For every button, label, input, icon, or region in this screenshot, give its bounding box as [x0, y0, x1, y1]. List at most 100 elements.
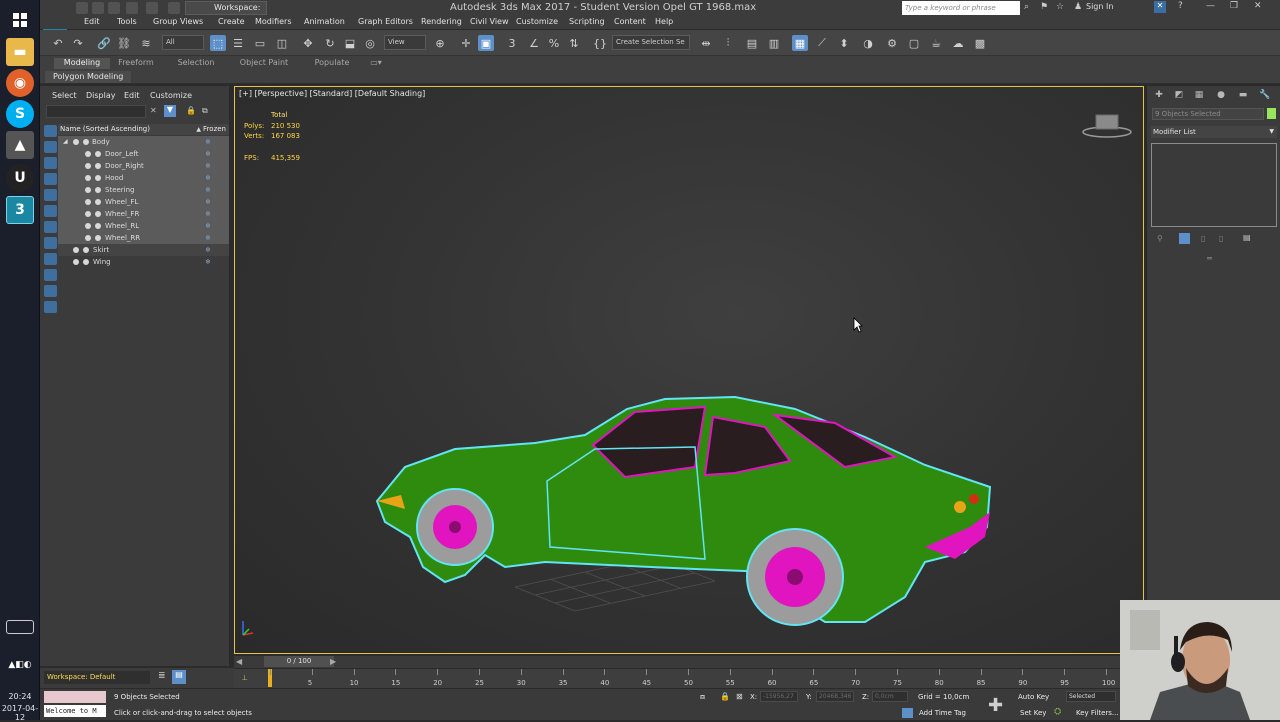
freeze-icon[interactable]: ❄ — [205, 160, 211, 172]
menu-edit[interactable]: Edit — [84, 17, 100, 26]
key-filters-icon[interactable]: ⛭ — [1054, 707, 1061, 717]
maxscript-listener-pink[interactable] — [44, 691, 106, 703]
key-mode-dropdown[interactable]: Selected — [1066, 691, 1116, 702]
menu-rendering[interactable]: Rendering — [421, 17, 462, 26]
isolate-selection-icon[interactable]: ⧈ — [700, 692, 705, 702]
maxscript-mini-listener[interactable]: Welcome to M — [44, 705, 106, 717]
visibility-eye-icon[interactable] — [85, 163, 91, 169]
named-selection-set-dropdown[interactable]: Create Selection Se — [612, 35, 690, 50]
display-xrefs-icon[interactable] — [44, 253, 57, 265]
remove-modifier-icon[interactable]: ▯ — [1219, 234, 1223, 243]
display-spacewarps-icon[interactable] — [44, 221, 57, 233]
add-time-tag-button[interactable]: Add Time Tag — [919, 709, 966, 717]
spinner-snap-icon[interactable]: ⇅ — [566, 35, 582, 51]
snaps-toggle-icon[interactable]: 3 — [504, 35, 520, 51]
scene-explorer-icon[interactable]: ▤ — [744, 35, 760, 51]
percent-snap-icon[interactable]: % — [546, 35, 562, 51]
track-bar[interactable]: ⟂ 5 10 15 20 25 30 35 40 45 50 55 60 65 70 75 80 85 90 95 1… — [234, 668, 1120, 688]
move-icon[interactable]: ✥ — [300, 35, 316, 51]
tray-icons[interactable]: ▲◧◐ — [6, 658, 34, 672]
menu-tools[interactable]: Tools — [117, 17, 137, 26]
menu-group[interactable]: Group — [153, 17, 177, 26]
freeze-icon[interactable]: ❄ — [205, 256, 211, 268]
workspace-selector[interactable]: Workspace: Default — [44, 671, 150, 684]
prev-frame-icon[interactable]: ◀ — [236, 657, 242, 666]
time-slider-thumb[interactable]: 0 / 100 — [264, 656, 334, 667]
create-tab-icon[interactable]: ✚ — [1152, 89, 1166, 101]
exchange-icon[interactable]: ✕ — [1154, 1, 1166, 13]
open-file-icon[interactable] — [92, 2, 104, 14]
visibility-eye-icon[interactable] — [73, 259, 79, 265]
scale-icon[interactable]: ⬓ — [342, 35, 358, 51]
display-none-icon[interactable] — [44, 125, 57, 137]
absolute-mode-icon[interactable]: ⊠ — [736, 692, 743, 701]
skype-icon[interactable]: S — [6, 100, 34, 128]
collapse-arrow-icon[interactable]: ◢ — [63, 136, 68, 148]
perspective-viewport[interactable]: [+] [Perspective] [Standard] [Default Sh… — [234, 86, 1144, 654]
display-bones-icon[interactable] — [44, 269, 57, 281]
rotate-icon[interactable]: ↻ — [322, 35, 338, 51]
freeze-icon[interactable]: ❄ — [205, 196, 211, 208]
tab-object-paint[interactable]: Object Paint — [234, 58, 294, 69]
selected-objects-field[interactable]: 9 Objects Selected — [1152, 108, 1264, 120]
menu-scripting[interactable]: Scripting — [569, 17, 605, 26]
clear-search-icon[interactable]: ✕ — [150, 106, 157, 115]
filter-icon[interactable]: ▼ — [164, 105, 176, 117]
visibility-eye-icon[interactable] — [73, 139, 79, 145]
render-production-icon[interactable]: ☕ — [928, 35, 944, 51]
key-filters-button[interactable]: Key Filters... — [1076, 709, 1119, 717]
visibility-eye-icon[interactable] — [85, 223, 91, 229]
configure-modifier-sets-icon[interactable]: ▤ — [1243, 233, 1251, 242]
display-lights-icon[interactable] — [44, 173, 57, 185]
sign-in-link[interactable]: Sign In — [1086, 2, 1113, 11]
z-coordinate-field[interactable]: 0,0cm — [872, 691, 908, 702]
auto-key-button[interactable]: Auto Key — [1018, 693, 1049, 701]
tree-item-wing[interactable]: Wing ❄ — [58, 256, 229, 268]
rendered-frame-window-icon[interactable]: ▢ — [906, 35, 922, 51]
menu-content[interactable]: Content — [614, 17, 646, 26]
menu-animation[interactable]: Animation — [304, 17, 345, 26]
modifier-list-dropdown[interactable]: Modifier List ▼ — [1151, 126, 1277, 138]
unreal-engine-icon[interactable]: U — [6, 164, 34, 192]
freeze-icon[interactable]: ❄ — [205, 172, 211, 184]
windows-logo-icon[interactable] — [6, 6, 34, 34]
pivot-center-icon[interactable]: ⊕ — [432, 35, 448, 51]
render-setup-icon[interactable]: ⚙ — [884, 35, 900, 51]
undo-icon[interactable]: ↶ — [50, 35, 66, 51]
visibility-eye-icon[interactable] — [85, 175, 91, 181]
help-icon[interactable]: ? — [1178, 1, 1183, 11]
column-frozen-header[interactable]: Frozen — [203, 124, 226, 135]
mirror-icon[interactable]: ⇹ — [698, 35, 714, 51]
set-key-icon[interactable]: ✚ — [988, 695, 1003, 716]
explorer-menu-customize[interactable]: Customize — [150, 91, 192, 100]
make-unique-icon[interactable]: ▯ — [1201, 234, 1205, 243]
hierarchy-icon[interactable]: ⧉ — [202, 106, 208, 116]
freeze-icon[interactable]: ❄ — [205, 244, 211, 256]
tab-modeling[interactable]: Modeling — [54, 58, 110, 69]
x-coordinate-field[interactable]: -15956,27 — [760, 691, 798, 702]
menu-graph-editors[interactable]: Graph Editors — [358, 17, 413, 26]
display-groups-icon[interactable] — [44, 237, 57, 249]
lock-icon[interactable]: 🔒 — [186, 106, 196, 115]
freeze-icon[interactable]: ❄ — [205, 208, 211, 220]
gimp-icon[interactable]: ▲ — [6, 131, 34, 159]
next-frame-icon[interactable]: ▶ — [330, 657, 336, 666]
freeze-icon[interactable]: ❄ — [205, 220, 211, 232]
explorer-menu-edit[interactable]: Edit — [124, 91, 140, 100]
search-icon[interactable]: ⌕ — [1024, 2, 1029, 12]
tree-item-wheel-fl[interactable]: Wheel_FL ❄ — [58, 196, 229, 208]
window-crossing-icon[interactable]: ◫ — [274, 35, 290, 51]
column-name-header[interactable]: Name (Sorted Ascending) — [60, 124, 150, 135]
tree-item-door-left[interactable]: Door_Left ❄ — [58, 148, 229, 160]
tab-populate[interactable]: Populate — [306, 58, 358, 69]
keyboard-shortcut-icon[interactable]: ▣ — [478, 35, 494, 51]
workspace-dropdown[interactable]: Workspace: Default — [185, 1, 267, 24]
visibility-eye-icon[interactable] — [85, 187, 91, 193]
file-explorer-icon[interactable]: ▬ — [6, 38, 34, 66]
firefox-icon[interactable]: ◉ — [6, 69, 34, 97]
angle-snap-icon[interactable]: ∠ — [526, 35, 542, 51]
bookmark-icon[interactable]: ⚑ — [1040, 2, 1048, 12]
layer-explorer-icon[interactable]: ▥ — [766, 35, 782, 51]
tab-selection[interactable]: Selection — [170, 58, 222, 69]
menu-create[interactable]: Create — [218, 17, 245, 26]
